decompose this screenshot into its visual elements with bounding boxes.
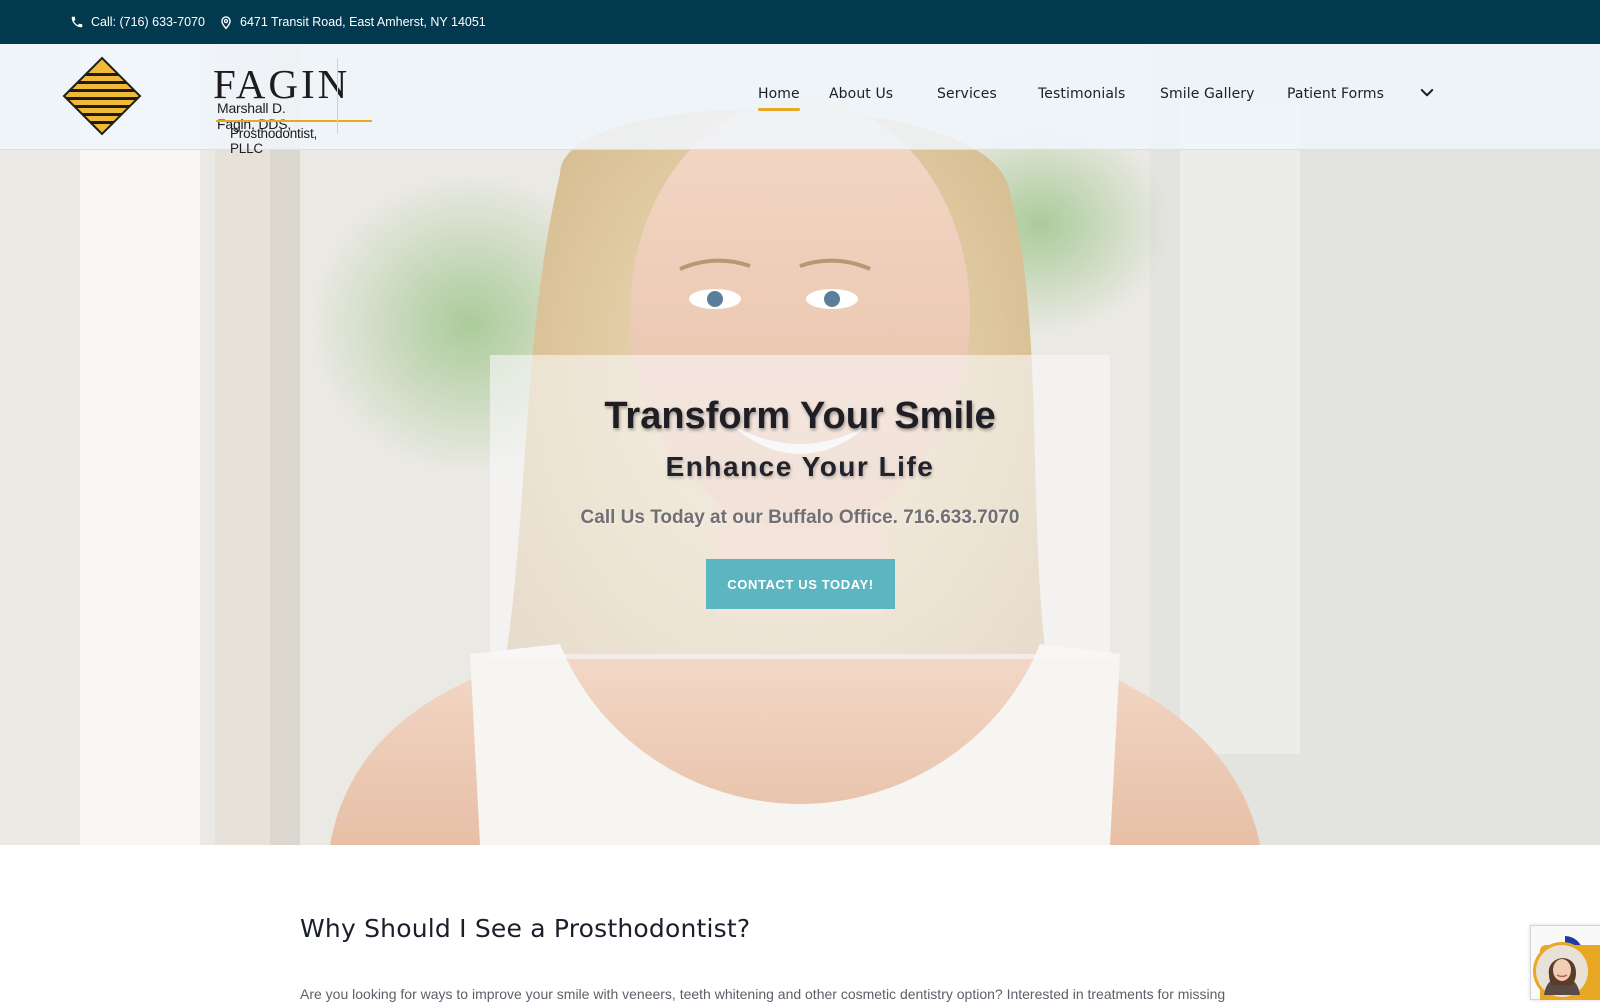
logo-credential: Prosthodontist, PLLC [230,126,318,156]
chevron-down-icon[interactable] [1418,84,1436,102]
section-heading: Why Should I See a Prosthodontist? [300,914,751,943]
phone-text: Call: (716) 633-7070 [91,15,205,29]
nav-smile-gallery[interactable]: Smile Gallery [1160,86,1255,102]
phone-icon [70,15,84,29]
address-link[interactable]: 6471 Transit Road, East Amherst, NY 1405… [219,0,486,44]
nav-services[interactable]: Services [937,86,997,102]
address-text: 6471 Transit Road, East Amherst, NY 1405… [240,15,486,29]
site-logo[interactable]: FAGIN Marshall D. Fagin, DDS, Prosthodon… [62,54,372,156]
logo-rule [216,120,372,122]
hero-card: Transform Your Smile Enhance Your Life C… [490,355,1110,659]
top-info-bar: Call: (716) 633-7070 6471 Transit Road, … [0,0,1600,44]
hero-title: Transform Your Smile [604,395,996,437]
diamond-logo-icon [62,56,142,136]
nav-home[interactable]: Home [758,86,800,111]
nav-testimonials[interactable]: Testimonials [1038,86,1125,102]
nav-patient-forms[interactable]: Patient Forms [1287,86,1384,102]
contact-us-button[interactable]: CONTACT US TODAY! [706,559,895,609]
chat-avatar-icon[interactable] [1533,942,1591,1000]
hero-subtitle: Enhance Your Life [665,451,935,482]
map-pin-icon [219,15,233,30]
logo-divider [337,58,338,134]
nav-about-us[interactable]: About Us [829,86,893,102]
logo-name: FAGIN [213,61,351,107]
hero-phone-line: Call Us Today at our Buffalo Office. 716… [580,507,1020,528]
phone-link[interactable]: Call: (716) 633-7070 [70,0,205,44]
